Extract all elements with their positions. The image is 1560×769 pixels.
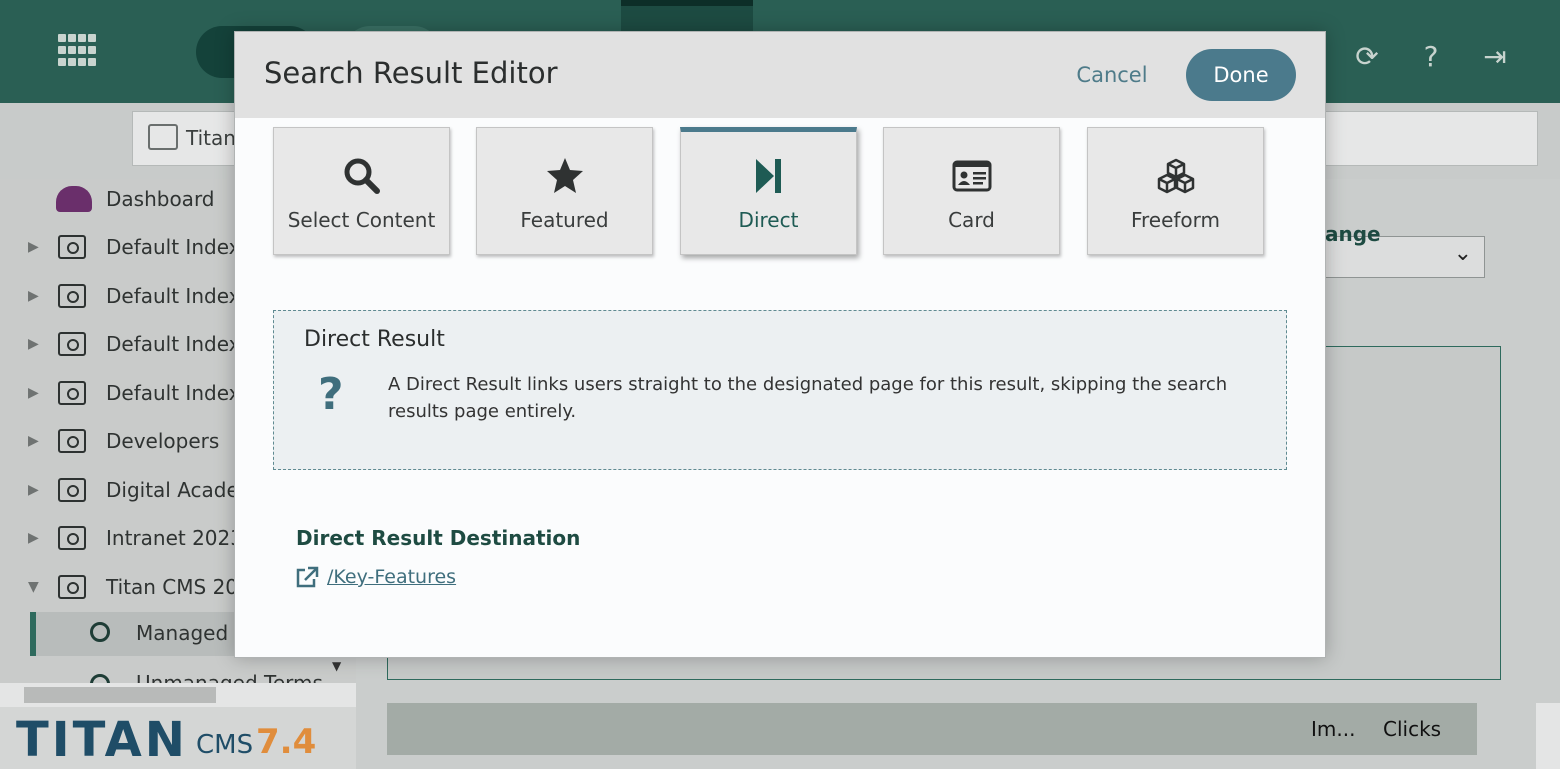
- expand-arrow-icon[interactable]: ▶: [28, 530, 39, 546]
- type-select-content[interactable]: Select Content: [273, 127, 450, 255]
- question-icon: ?: [318, 369, 344, 420]
- sidebar-item-label: Developers: [106, 429, 220, 453]
- sidebar-item-label: Dashboard: [106, 187, 215, 211]
- cancel-button[interactable]: Cancel: [1067, 50, 1157, 100]
- scrollbar-thumb[interactable]: [24, 687, 216, 703]
- info-title: Direct Result: [304, 327, 445, 352]
- refresh-icon[interactable]: ⟳: [1350, 40, 1384, 74]
- sidebar-item-label: Managed R: [136, 621, 249, 645]
- column-header-clicks[interactable]: Clicks: [1383, 717, 1441, 741]
- skip-forward-icon: [755, 159, 781, 193]
- cubes-icon: [1157, 158, 1194, 194]
- type-label: Direct: [738, 208, 799, 232]
- folder-search-icon: [58, 284, 86, 308]
- breadcrumb-text: Titan: [186, 126, 236, 150]
- scroll-down-arrow-icon[interactable]: ▼: [332, 659, 341, 673]
- expand-arrow-icon[interactable]: ▶: [28, 336, 39, 352]
- type-featured[interactable]: Featured: [476, 127, 653, 255]
- destination-label: Direct Result Destination: [296, 526, 581, 550]
- sidebar-item-label: Intranet 2023: [106, 526, 243, 550]
- search-result-editor-modal: Search Result Editor Cancel Done Select …: [234, 31, 1326, 658]
- sidebar-item-label: Titan CMS 202: [106, 575, 251, 599]
- type-label: Select Content: [287, 208, 436, 232]
- id-card-icon: [952, 160, 991, 192]
- top-right-icons: ⟳ ? ⇥: [1350, 40, 1512, 74]
- info-text: A Direct Result links users straight to …: [388, 374, 1228, 422]
- sidebar-item-label: Default Index f: [106, 381, 254, 405]
- folder-search-icon: [58, 575, 86, 599]
- search-icon: [90, 622, 110, 642]
- range-label: ange: [1325, 222, 1381, 246]
- modal-header: Search Result Editor Cancel Done: [235, 32, 1325, 118]
- expand-arrow-icon[interactable]: ▶: [28, 433, 39, 449]
- expand-arrow-icon[interactable]: ▶: [28, 385, 39, 401]
- titan-logo: TITAN: [16, 712, 188, 768]
- dashboard-icon: [56, 186, 92, 212]
- app-grid-icon[interactable]: [58, 34, 96, 68]
- type-label: Featured: [520, 208, 609, 232]
- folder-search-icon: [58, 526, 86, 550]
- column-header-impressions[interactable]: Im...: [1311, 717, 1355, 741]
- destination-link[interactable]: /Key-Features: [327, 566, 456, 588]
- vertical-scrollbar[interactable]: [1536, 703, 1560, 769]
- type-label: Freeform: [1130, 208, 1221, 232]
- logo-cms: CMS: [196, 730, 254, 760]
- logo-version: 7.4: [256, 722, 317, 762]
- folder-search-icon: [58, 381, 86, 405]
- expand-arrow-icon[interactable]: ▶: [28, 482, 39, 498]
- modal-title: Search Result Editor: [264, 56, 558, 90]
- sidebar-item-label: Default Index f: [106, 235, 254, 259]
- expand-arrow-icon[interactable]: ▶: [28, 239, 39, 255]
- folder-search-icon: [58, 429, 86, 453]
- folder-search-icon: [58, 235, 86, 259]
- sidebar-item-label: Default Index f: [106, 284, 254, 308]
- sidebar-item-label: Default Index f: [106, 332, 254, 356]
- done-button[interactable]: Done: [1186, 49, 1296, 101]
- horizontal-scrollbar[interactable]: [0, 683, 356, 707]
- logout-icon[interactable]: ⇥: [1478, 40, 1512, 74]
- external-link-icon[interactable]: [295, 566, 319, 588]
- search-icon: [344, 158, 380, 194]
- type-card[interactable]: Card: [883, 127, 1060, 255]
- star-icon: [546, 158, 583, 193]
- type-label: Card: [948, 208, 995, 232]
- folder-search-icon: [58, 478, 86, 502]
- help-icon[interactable]: ?: [1414, 40, 1448, 74]
- direct-result-info: Direct Result ? A Direct Result links us…: [273, 310, 1287, 470]
- type-freeform[interactable]: Freeform: [1087, 127, 1264, 255]
- folder-search-icon: [148, 124, 178, 150]
- folder-search-icon: [58, 332, 86, 356]
- collapse-arrow-icon[interactable]: ▼: [28, 579, 39, 595]
- type-direct[interactable]: Direct: [680, 127, 857, 255]
- expand-arrow-icon[interactable]: ▶: [28, 288, 39, 304]
